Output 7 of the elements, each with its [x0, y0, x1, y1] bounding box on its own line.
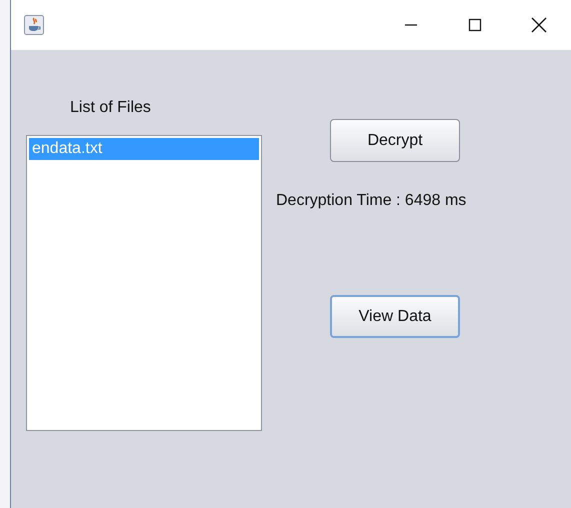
list-label: List of Files: [70, 99, 152, 117]
coffee-cup-icon: [24, 15, 44, 35]
view-data-button[interactable]: View Data: [330, 295, 460, 338]
decryption-time-text: Decryption Time : 6498 ms: [276, 192, 466, 210]
maximize-icon: [468, 18, 482, 32]
close-icon: [531, 17, 547, 33]
decrypt-button[interactable]: Decrypt: [330, 119, 460, 162]
